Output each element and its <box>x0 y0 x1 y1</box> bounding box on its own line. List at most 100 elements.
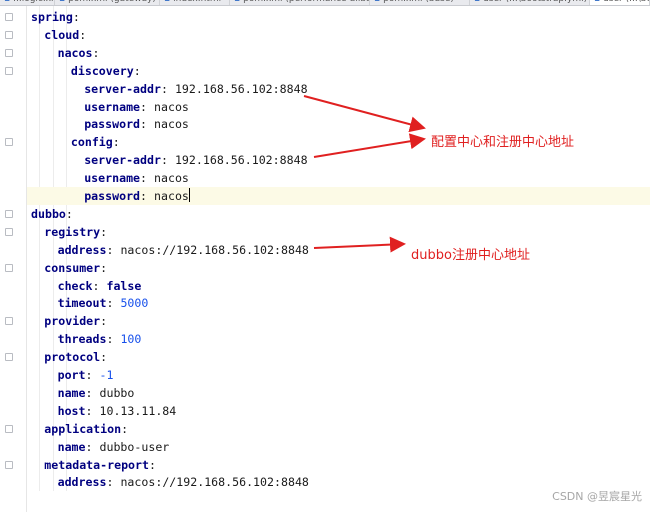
code-line[interactable]: discovery: <box>27 62 650 80</box>
yaml-key: protocol <box>44 350 101 365</box>
yaml-colon: : <box>100 350 108 365</box>
code-line[interactable]: check: false <box>27 277 650 295</box>
yaml-key: username <box>84 171 141 186</box>
dubbo-address-annotation: dubbo注册中心地址 <box>411 248 530 263</box>
code-line[interactable]: name: dubbo-user <box>27 438 650 456</box>
code-line[interactable]: host: 10.13.11.84 <box>27 402 650 420</box>
code-line[interactable]: address: nacos://192.168.56.102:8848 <box>27 241 650 259</box>
code-line[interactable]: dubbo: <box>27 205 650 223</box>
yaml-key: discovery <box>70 63 134 78</box>
code-line[interactable]: server-addr: 192.168.56.102:8848 <box>27 80 650 98</box>
yaml-value: nacos <box>154 117 189 132</box>
fold-marker-icon[interactable] <box>5 209 13 218</box>
yaml-colon: : <box>160 81 168 96</box>
yaml-key: timeout <box>57 296 107 311</box>
text-caret <box>188 188 190 202</box>
csdn-watermark: CSDN @昱宸星光 <box>552 490 642 503</box>
yaml-colon: : <box>85 385 93 400</box>
fold-marker-icon[interactable] <box>5 263 13 272</box>
code-line[interactable]: nacos: <box>27 44 650 62</box>
yaml-key: password <box>84 189 141 203</box>
fold-marker-icon[interactable] <box>5 138 13 147</box>
fold-marker-icon[interactable] <box>5 353 13 362</box>
yaml-key: name <box>57 385 86 400</box>
yaml-value: 100 <box>120 332 142 347</box>
yaml-colon: : <box>85 439 93 454</box>
fold-marker-icon[interactable] <box>5 227 13 236</box>
yaml-value: dubbo-user <box>99 439 170 454</box>
file-icon: ▪ <box>474 0 480 4</box>
yaml-colon: : <box>112 135 120 150</box>
file-icon: ▪ <box>594 0 600 4</box>
yaml-colon: : <box>79 27 87 42</box>
code-line[interactable]: name: dubbo <box>27 384 650 402</box>
yaml-colon: : <box>100 260 108 275</box>
yaml-key: application <box>44 421 122 436</box>
yaml-key: dubbo <box>31 206 66 221</box>
tab-label: pom.xml (base) <box>383 0 454 4</box>
yaml-key: address <box>57 242 107 257</box>
code-line[interactable]: protocol: <box>27 348 650 366</box>
fold-marker-icon[interactable] <box>5 317 13 326</box>
yaml-value: 192.168.56.102:8848 <box>174 81 308 96</box>
yaml-colon: : <box>140 171 148 186</box>
yaml-key: password <box>84 117 141 132</box>
tab-label: user (...\bootstrap.yml) <box>483 0 587 4</box>
fold-marker-icon[interactable] <box>5 460 13 469</box>
yaml-colon: : <box>140 99 148 114</box>
yaml-colon: : <box>100 314 108 329</box>
code-line[interactable]: metadata-report: <box>27 456 650 474</box>
yaml-key: server-addr <box>84 153 161 168</box>
editor-gutter <box>0 6 27 512</box>
yaml-key: cloud <box>44 27 80 42</box>
yaml-key: consumer <box>44 260 101 275</box>
yaml-value: nacos <box>154 171 189 186</box>
code-line[interactable]: server-addr: 192.168.56.102:8848 <box>27 151 650 169</box>
code-line[interactable]: username: nacos <box>27 98 650 116</box>
yaml-key: nacos <box>57 45 93 60</box>
yaml-colon: : <box>65 206 73 221</box>
code-editor[interactable]: spring: cloud: nacos: discovery: server-addr… <box>27 6 650 512</box>
yaml-key: username <box>84 99 141 114</box>
yaml-colon: : <box>160 153 168 168</box>
code-line[interactable]: provider: <box>27 312 650 330</box>
yaml-colon: : <box>100 224 108 239</box>
yaml-key: name <box>57 439 86 454</box>
fold-marker-icon[interactable] <box>5 30 13 39</box>
tab-label: pom.xml (performance-alibaba) <box>243 0 369 4</box>
code-line[interactable]: username: nacos <box>27 169 650 187</box>
yaml-key: check <box>57 278 93 293</box>
code-line[interactable]: timeout: 5000 <box>27 294 650 312</box>
yaml-key: host <box>57 403 86 418</box>
yaml-value: dubbo <box>99 385 135 400</box>
yaml-colon: : <box>85 368 93 382</box>
yaml-value: 10.13.11.84 <box>99 403 177 418</box>
code-line[interactable]: spring: <box>27 8 650 26</box>
yaml-key: port <box>57 368 86 382</box>
yaml-colon: : <box>72 10 80 24</box>
code-line[interactable]: application: <box>27 420 650 438</box>
fold-marker-icon[interactable] <box>5 424 13 433</box>
code-line[interactable]: cloud: <box>27 26 650 44</box>
yaml-colon: : <box>149 457 156 472</box>
file-icon: ▪ <box>234 0 240 4</box>
yaml-colon: : <box>85 403 93 418</box>
fold-marker-icon[interactable] <box>5 13 13 21</box>
tab-label: ...logic.xml <box>13 0 54 4</box>
yaml-value: nacos://192.168.56.102:8848 <box>120 242 309 257</box>
yaml-key: registry <box>44 224 101 239</box>
code-line[interactable]: registry: <box>27 223 650 241</box>
code-line[interactable]: consumer: <box>27 259 650 277</box>
yaml-colon: : <box>121 421 129 436</box>
fold-marker-icon[interactable] <box>5 48 13 57</box>
code-line[interactable]: threads: 100 <box>27 330 650 348</box>
tab-label: user (...\bo <box>603 0 649 4</box>
yaml-value: false <box>106 278 142 293</box>
file-icon: ▪ <box>164 0 170 4</box>
fold-marker-icon[interactable] <box>5 66 13 75</box>
yaml-key: address <box>57 475 107 490</box>
yaml-key: threads <box>57 332 107 347</box>
code-line[interactable]: password: nacos <box>27 187 650 205</box>
code-line[interactable]: port: -1 <box>27 366 650 384</box>
yaml-key: server-addr <box>84 81 161 96</box>
